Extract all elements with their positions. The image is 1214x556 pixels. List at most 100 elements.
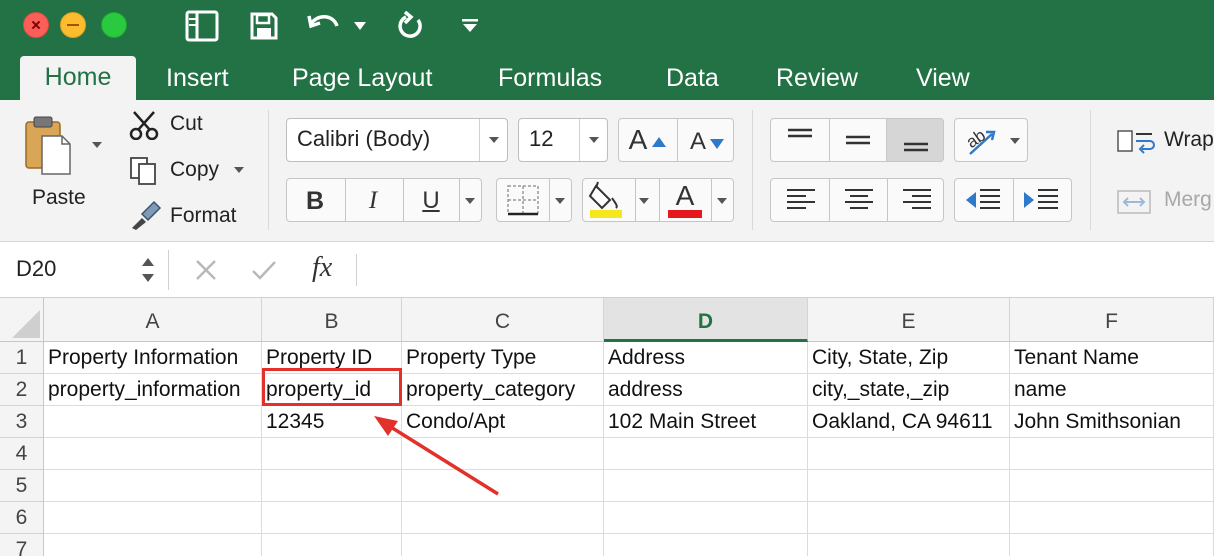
cell-d6[interactable] <box>604 502 808 534</box>
paste-button[interactable]: Paste <box>32 186 86 210</box>
tab-data[interactable]: Data <box>666 60 719 100</box>
undo-dropdown-icon[interactable] <box>350 8 370 44</box>
cell-f5[interactable] <box>1010 470 1214 502</box>
tab-insert[interactable]: Insert <box>166 60 229 100</box>
align-top-icon[interactable] <box>786 126 814 159</box>
row-header-1[interactable]: 1 <box>0 342 44 374</box>
cell-d5[interactable] <box>604 470 808 502</box>
tab-formulas[interactable]: Formulas <box>498 60 602 100</box>
cell-a4[interactable] <box>44 438 262 470</box>
undo-icon[interactable] <box>306 8 342 44</box>
cell-c2[interactable]: property_category <box>402 374 604 406</box>
confirm-icon[interactable] <box>250 258 278 287</box>
insert-function-button[interactable]: fx <box>312 252 332 284</box>
cell-a6[interactable] <box>44 502 262 534</box>
row-header-7[interactable]: 7 <box>0 534 44 556</box>
cell-f2[interactable]: name <box>1010 374 1214 406</box>
font-color-button[interactable]: A <box>668 178 702 214</box>
cell-e5[interactable] <box>808 470 1010 502</box>
save-icon[interactable] <box>246 8 282 44</box>
orientation-dropdown-icon[interactable] <box>1010 138 1020 144</box>
cell-d1[interactable]: Address <box>604 342 808 374</box>
paste-dropdown-icon[interactable] <box>92 142 102 148</box>
underline-button[interactable]: U <box>416 184 446 218</box>
select-all-button[interactable] <box>0 298 44 342</box>
formula-input[interactable] <box>362 250 1214 290</box>
cell-a2[interactable]: property_information <box>44 374 262 406</box>
bold-button[interactable]: B <box>300 184 330 218</box>
cell-f4[interactable] <box>1010 438 1214 470</box>
paste-icon[interactable] <box>22 114 74 178</box>
align-middle-icon[interactable] <box>844 126 872 159</box>
cell-e3[interactable]: Oakland, CA 94611 <box>808 406 1010 438</box>
cell-b7[interactable] <box>262 534 402 556</box>
cell-c1[interactable]: Property Type <box>402 342 604 374</box>
cell-f1[interactable]: Tenant Name <box>1010 342 1214 374</box>
name-box-stepper-icon[interactable] <box>140 254 156 291</box>
minimize-window-button[interactable] <box>60 12 86 38</box>
cut-button[interactable]: Cut <box>170 112 203 136</box>
column-header-d[interactable]: D <box>604 298 808 342</box>
merge-center-button[interactable]: Merg <box>1164 188 1212 212</box>
wrap-text-button[interactable]: Wrap <box>1164 128 1214 152</box>
cell-e2[interactable]: city,_state,_zip <box>808 374 1010 406</box>
cell-d2[interactable]: address <box>604 374 808 406</box>
cell-f7[interactable] <box>1010 534 1214 556</box>
tab-review[interactable]: Review <box>776 60 858 100</box>
column-header-f[interactable]: F <box>1010 298 1214 342</box>
cell-b5[interactable] <box>262 470 402 502</box>
copy-button[interactable]: Copy <box>170 158 219 182</box>
redo-icon[interactable] <box>392 8 428 44</box>
row-header-2[interactable]: 2 <box>0 374 44 406</box>
cell-c7[interactable] <box>402 534 604 556</box>
font-color-dropdown-icon[interactable] <box>717 198 727 204</box>
cell-c5[interactable] <box>402 470 604 502</box>
italic-button[interactable]: I <box>358 184 388 218</box>
row-header-6[interactable]: 6 <box>0 502 44 534</box>
cell-c6[interactable] <box>402 502 604 534</box>
align-right-icon[interactable] <box>902 186 932 219</box>
cell-e6[interactable] <box>808 502 1010 534</box>
copy-dropdown-icon[interactable] <box>234 167 244 173</box>
close-window-button[interactable] <box>23 12 49 38</box>
format-painter-button[interactable]: Format <box>170 204 237 228</box>
cell-a3[interactable] <box>44 406 262 438</box>
row-header-3[interactable]: 3 <box>0 406 44 438</box>
cell-a5[interactable] <box>44 470 262 502</box>
fill-color-dropdown-icon[interactable] <box>639 198 649 204</box>
column-header-a[interactable]: A <box>44 298 262 342</box>
shrink-font-button[interactable]: A <box>688 126 708 158</box>
cell-e7[interactable] <box>808 534 1010 556</box>
column-header-b[interactable]: B <box>262 298 402 342</box>
row-header-4[interactable]: 4 <box>0 438 44 470</box>
cell-b6[interactable] <box>262 502 402 534</box>
cell-b3[interactable]: 12345 <box>262 406 402 438</box>
cell-d4[interactable] <box>604 438 808 470</box>
cell-d3[interactable]: 102 Main Street <box>604 406 808 438</box>
maximize-window-button[interactable] <box>101 12 127 38</box>
column-header-c[interactable]: C <box>402 298 604 342</box>
font-name-select[interactable]: Calibri (Body) <box>286 118 508 162</box>
customize-toolbar-icon[interactable] <box>458 8 482 44</box>
grow-font-button[interactable]: A <box>626 122 650 158</box>
cell-b4[interactable] <box>262 438 402 470</box>
tab-view[interactable]: View <box>916 60 970 100</box>
font-size-select[interactable]: 12 <box>518 118 608 162</box>
cell-e4[interactable] <box>808 438 1010 470</box>
tab-page-layout[interactable]: Page Layout <box>292 60 432 100</box>
name-box[interactable]: D20 <box>16 256 56 282</box>
cancel-icon[interactable] <box>194 258 218 287</box>
underline-dropdown-icon[interactable] <box>465 198 475 204</box>
cell-e1[interactable]: City, State, Zip <box>808 342 1010 374</box>
cell-d7[interactable] <box>604 534 808 556</box>
cell-c3[interactable]: Condo/Apt <box>402 406 604 438</box>
align-center-icon[interactable] <box>844 186 874 219</box>
align-left-icon[interactable] <box>786 186 816 219</box>
row-header-5[interactable]: 5 <box>0 470 44 502</box>
tab-home[interactable]: Home <box>20 56 136 100</box>
toggle-sidebar-icon[interactable] <box>184 8 220 44</box>
cell-f3[interactable]: John Smithsonian <box>1010 406 1214 438</box>
cell-f6[interactable] <box>1010 502 1214 534</box>
fill-color-icon[interactable] <box>588 180 624 225</box>
decrease-indent-icon[interactable] <box>964 186 1002 219</box>
